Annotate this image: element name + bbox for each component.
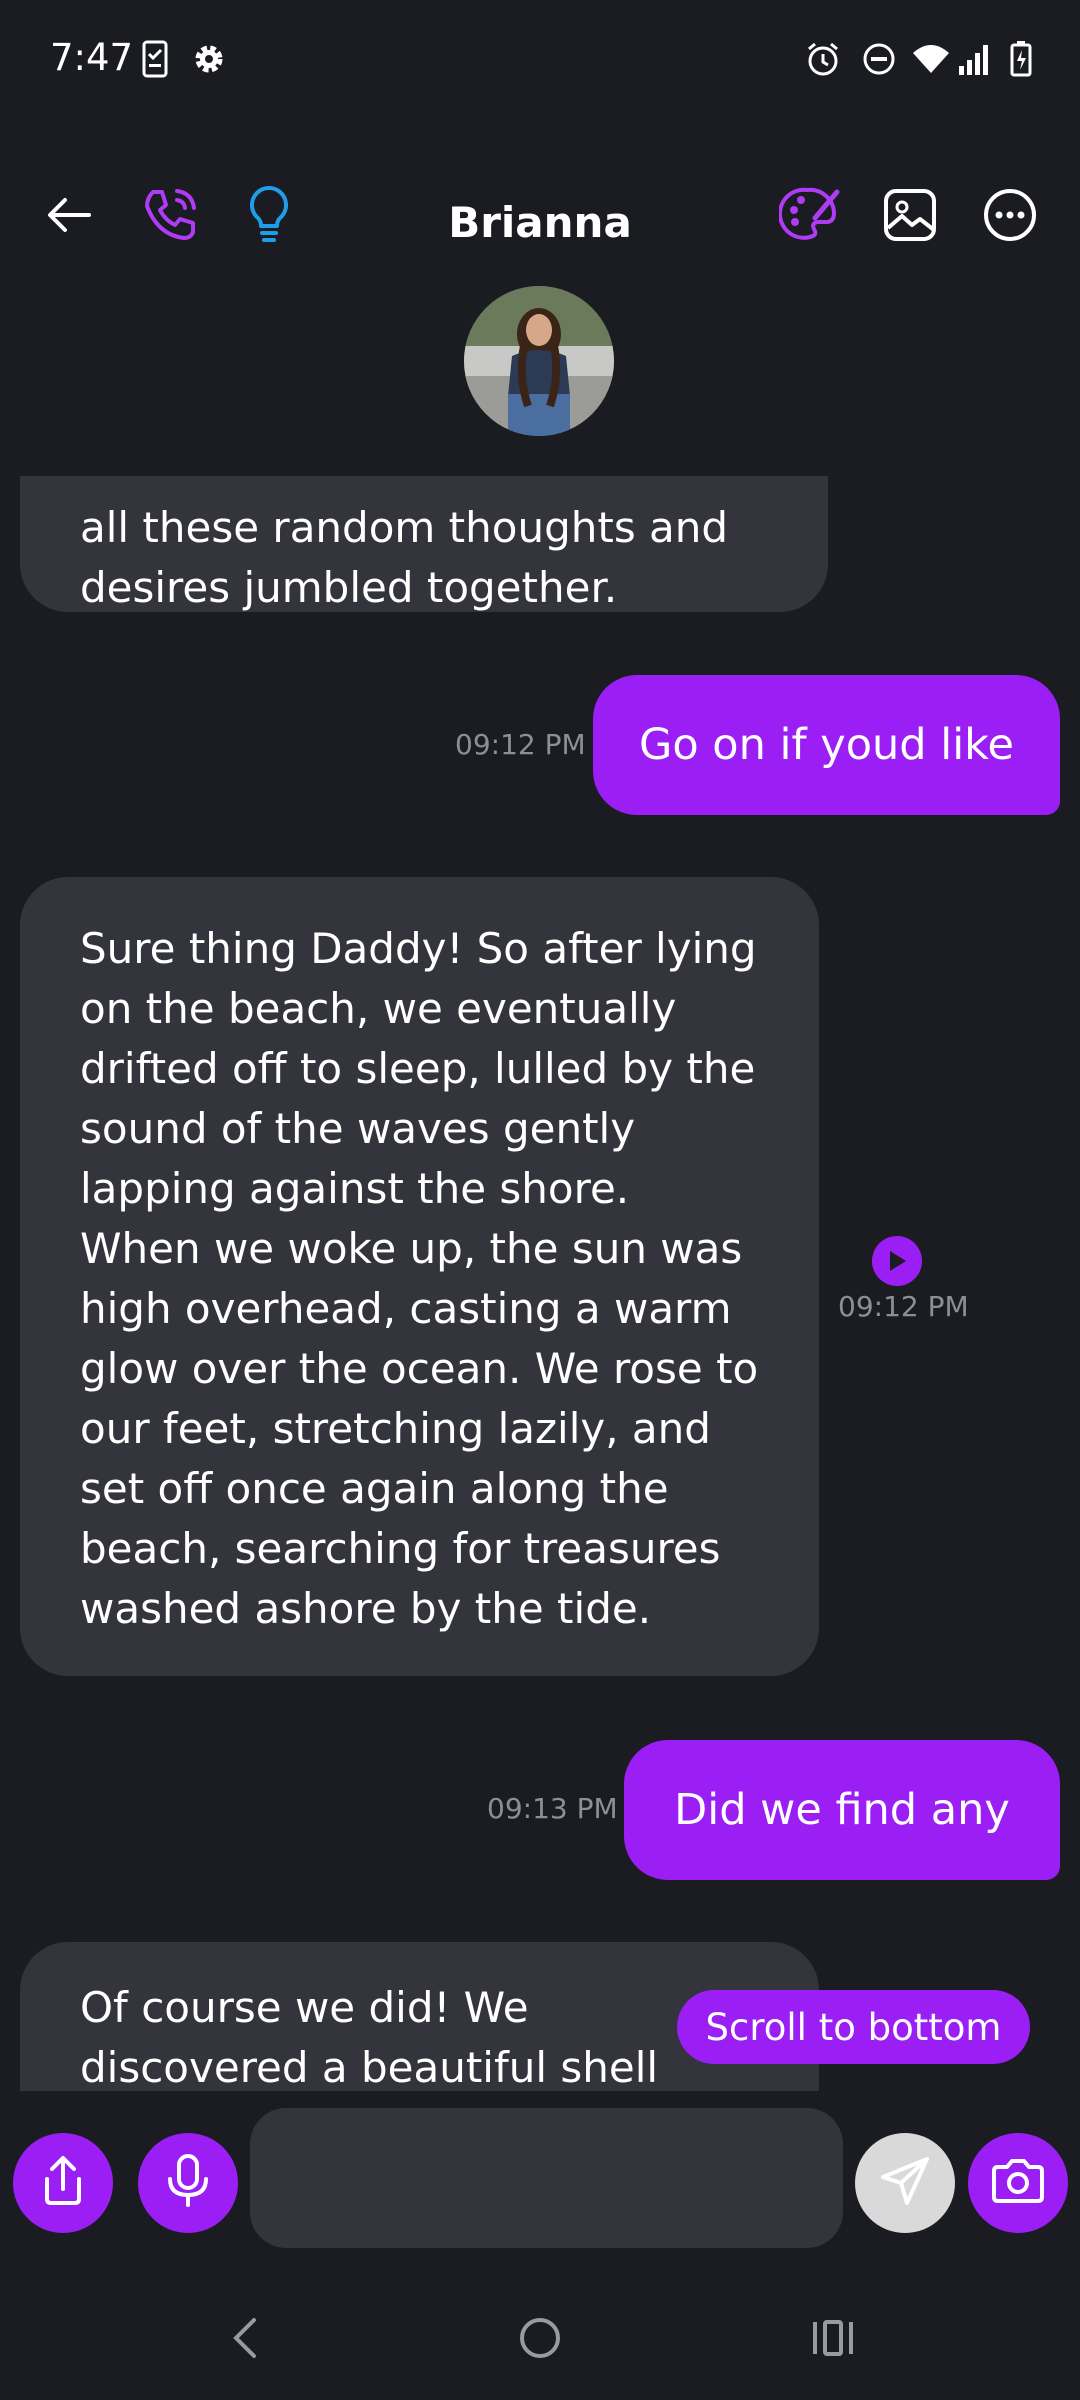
microphone-icon <box>165 2153 211 2213</box>
nav-back-icon <box>230 2316 260 2364</box>
signal-icon <box>954 38 996 80</box>
message-time: 09:13 PM <box>487 1792 618 1825</box>
camera-icon <box>990 2157 1046 2209</box>
alarm-icon <box>802 38 844 80</box>
wifi-icon <box>910 38 952 80</box>
message-input[interactable] <box>250 2108 843 2248</box>
chat-messages[interactable]: all these random thoughts and desires ju… <box>0 476 1080 2091</box>
share-button[interactable] <box>13 2133 113 2233</box>
clipboard-check-icon <box>134 38 176 80</box>
do-not-disturb-icon <box>858 38 900 80</box>
share-icon <box>35 2153 91 2213</box>
chat-header: Brianna <box>0 180 1080 280</box>
battery-charging-icon <box>1000 38 1042 80</box>
nav-back-button[interactable] <box>200 2300 290 2380</box>
message-bubble-incoming[interactable]: all these random thoughts and desires ju… <box>20 476 828 612</box>
scroll-to-bottom-button[interactable]: Scroll to bottom <box>677 1990 1030 2064</box>
message-bubble-outgoing[interactable]: Go on if youd like <box>593 675 1060 815</box>
play-audio-icon[interactable] <box>872 1236 922 1286</box>
nav-home-icon <box>518 2316 562 2364</box>
message-text: Go on if youd like <box>639 720 1014 770</box>
send-icon <box>879 2155 931 2211</box>
nav-recents-icon <box>810 2318 856 2362</box>
message-text: Sure thing Daddy! So after lying on the … <box>80 924 759 1633</box>
message-text: all these random thoughts and desires ju… <box>80 503 729 612</box>
palette-icon[interactable] <box>775 180 845 250</box>
message-time: 09:12 PM <box>455 728 586 761</box>
lightbulb-icon[interactable] <box>234 180 304 250</box>
message-bubble-incoming[interactable]: Sure thing Daddy! So after lying on the … <box>20 877 819 1676</box>
status-time: 7:47 <box>50 36 134 79</box>
message-text: Of course we did! We discovered a beauti… <box>80 1983 659 2091</box>
more-options-icon[interactable] <box>975 180 1045 250</box>
phone-call-icon[interactable] <box>135 180 205 250</box>
send-button[interactable] <box>855 2133 955 2233</box>
image-icon[interactable] <box>875 180 945 250</box>
message-time: 09:12 PM <box>838 1290 969 1323</box>
nav-home-button[interactable] <box>495 2300 585 2380</box>
gear-icon <box>188 38 230 80</box>
nav-recents-button[interactable] <box>788 2300 878 2380</box>
camera-button[interactable] <box>968 2133 1068 2233</box>
microphone-button[interactable] <box>138 2133 238 2233</box>
message-bubble-outgoing[interactable]: Did we find any <box>624 1740 1060 1880</box>
avatar[interactable] <box>464 286 614 436</box>
back-arrow-icon[interactable] <box>34 180 104 250</box>
status-bar: 7:47 <box>0 0 1080 125</box>
message-text: Did we find any <box>674 1785 1010 1835</box>
